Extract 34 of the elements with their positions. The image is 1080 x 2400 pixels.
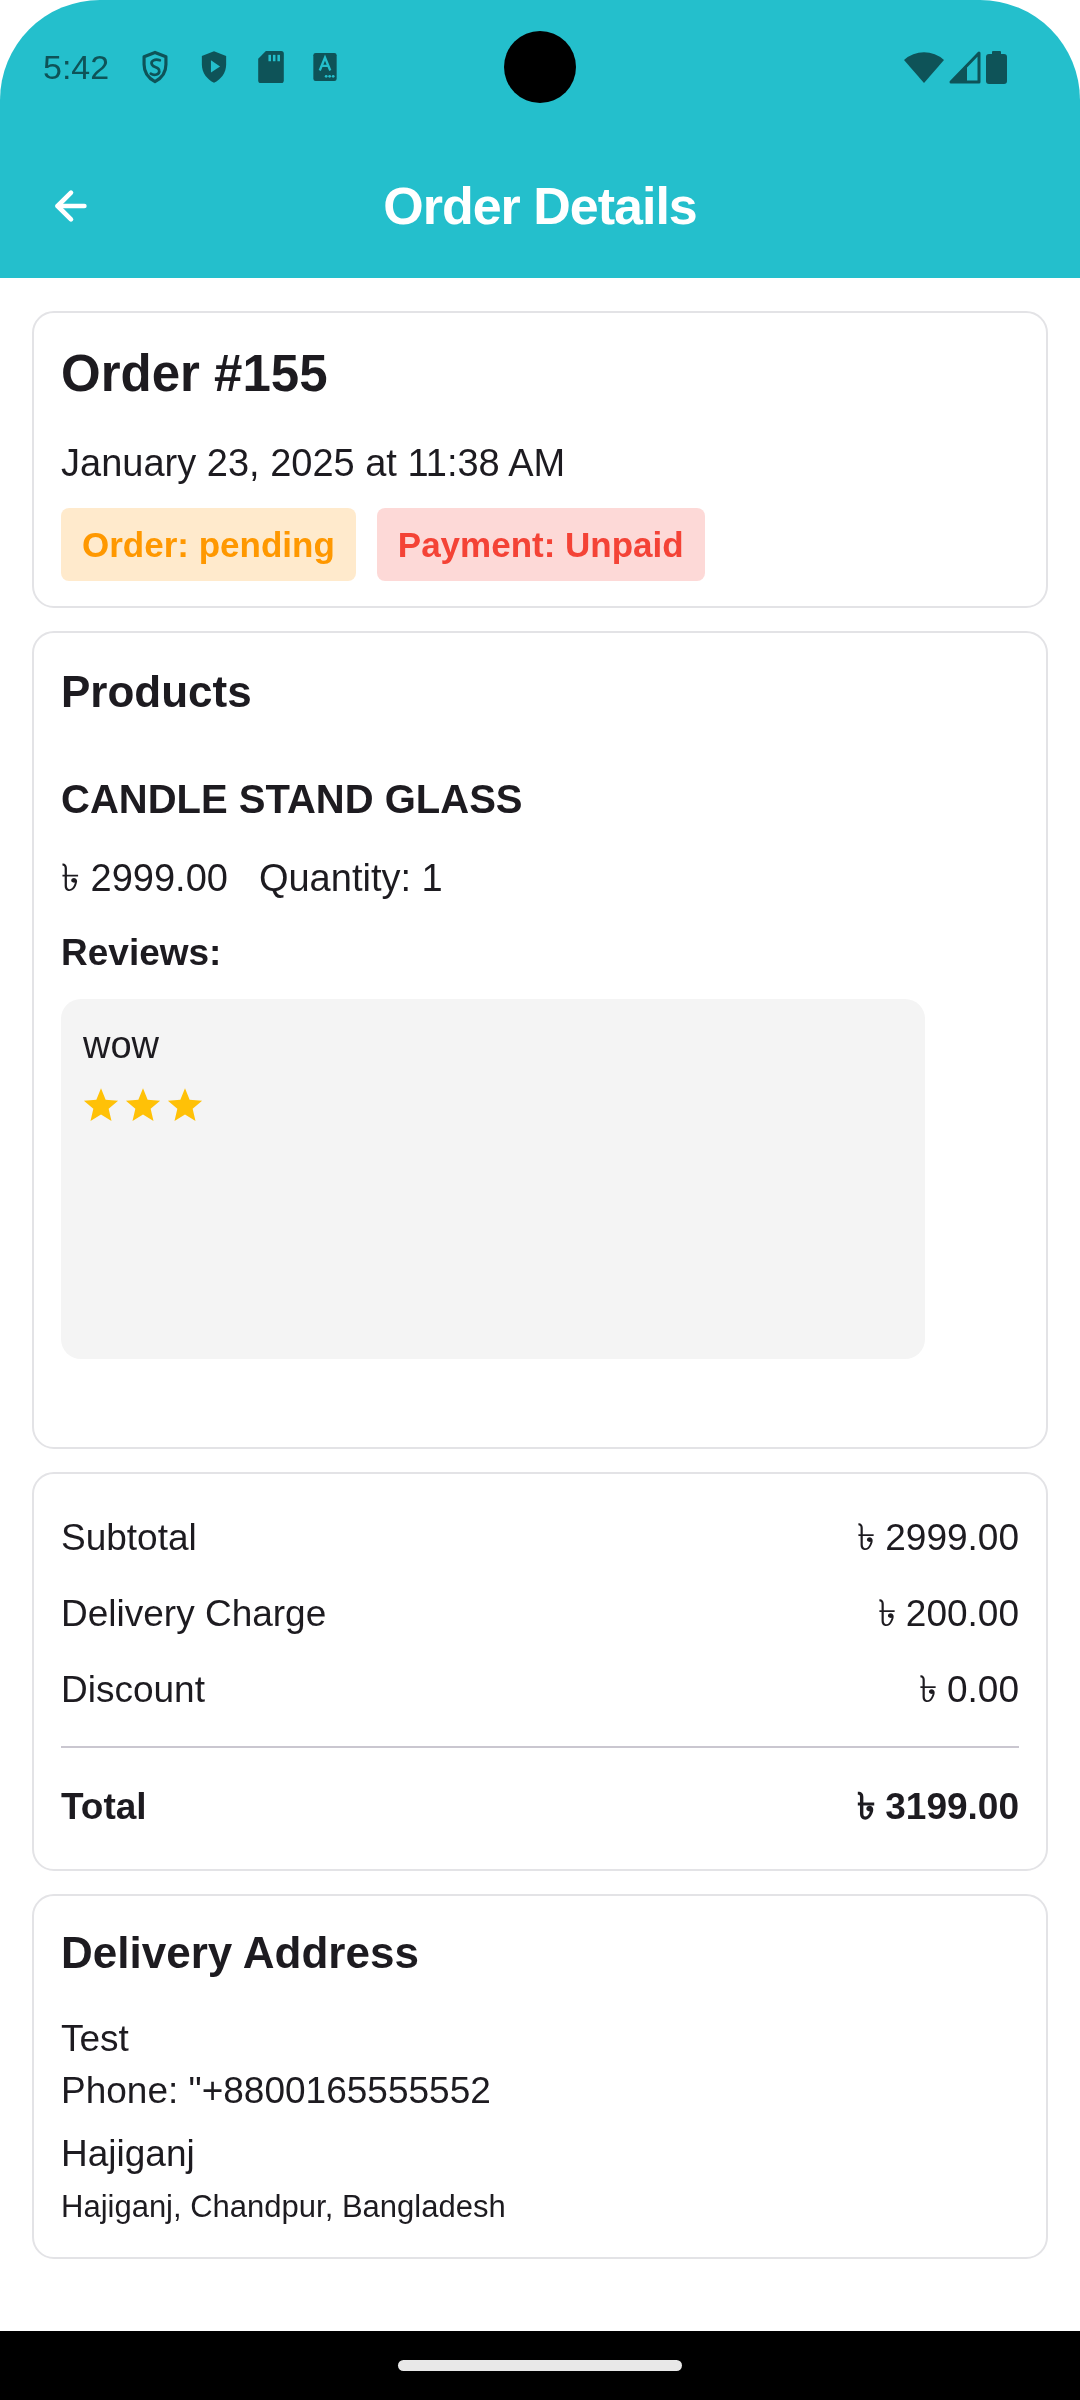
reviews-label: Reviews:: [61, 931, 222, 975]
summary-value: ৳ 0.00: [918, 1668, 1019, 1712]
status-badge: Order: pending: [61, 508, 356, 581]
star-icon: [83, 1088, 119, 1123]
section-heading: Products: [61, 666, 252, 718]
summary-value: ৳ 200.00: [877, 1592, 1019, 1636]
recipient-name: Test: [61, 2017, 129, 2061]
order-date: January 23, 2025 at 11:38 AM: [61, 441, 566, 486]
total-label: Total: [61, 1785, 147, 1829]
text-tile-icon: [313, 53, 338, 81]
product-price: ৳ 2999.00: [61, 856, 228, 901]
area-name: Hajiganj: [61, 2132, 195, 2176]
summary-label: Subtotal: [61, 1516, 197, 1560]
shield-icon: [140, 50, 171, 84]
wifi-icon: [904, 51, 944, 83]
status-time: 5:42: [43, 47, 110, 87]
review-comment: wow: [83, 1023, 160, 1068]
product-name: CANDLE STAND GLASS: [61, 776, 523, 823]
order-title: Order #155: [61, 344, 328, 404]
signal-icon: [949, 50, 981, 84]
status-badge: Payment: Unpaid: [376, 508, 705, 581]
screen-title: Order Details: [383, 176, 697, 237]
star-icon: [125, 1088, 161, 1123]
sd-card-icon: [258, 51, 285, 83]
star-icon: [167, 1088, 203, 1123]
total-value: ৳ 3199.00: [856, 1785, 1019, 1829]
full-address: Hajiganj, Chandpur, Bangladesh: [61, 2188, 506, 2226]
summary-label: Delivery Charge: [61, 1592, 327, 1636]
summary-label: Discount: [61, 1668, 205, 1712]
battery-icon: [986, 50, 1007, 84]
section-heading: Delivery Address: [61, 1927, 419, 1979]
summary-value: ৳ 2999.00: [856, 1516, 1019, 1560]
phone-number: Phone: "+8800165555552: [61, 2069, 491, 2113]
product-quantity: Quantity: 1: [258, 856, 443, 901]
